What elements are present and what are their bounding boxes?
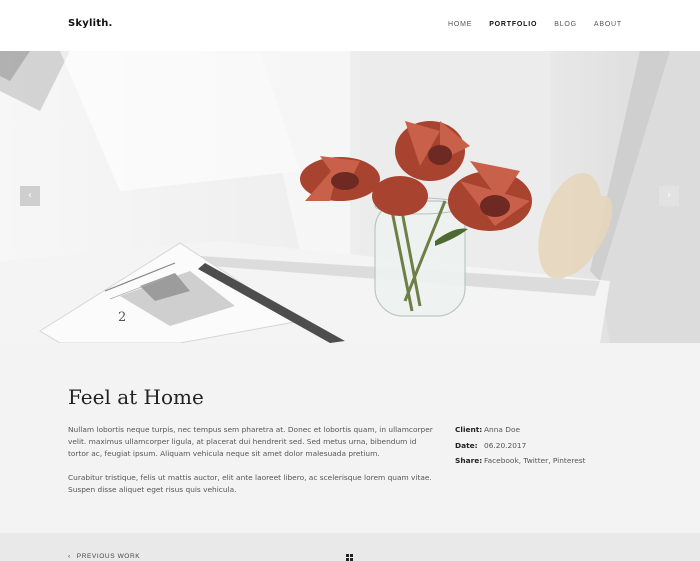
portfolio-pagination: ‹ PREVIOUS WORK: [0, 533, 700, 561]
meta-client: Client: Anna Doe: [455, 425, 586, 441]
share-links[interactable]: Facebook, Twitter, Pinterest: [484, 456, 586, 472]
hero-slider: 2 ‹ ›: [0, 51, 700, 343]
meta-share: Share: Facebook, Twitter, Pinterest: [455, 456, 586, 472]
meta-value: 06.20.2017: [484, 440, 527, 450]
previous-work-label: PREVIOUS WORK: [76, 553, 141, 560]
slider-prev-button[interactable]: ‹: [20, 186, 40, 206]
meta-date: Date: 06.20.2017: [455, 441, 586, 457]
chevron-left-icon: ‹: [28, 190, 32, 201]
chevron-right-icon: ›: [667, 190, 671, 201]
slider-next-button[interactable]: ›: [659, 186, 679, 206]
project-details: Feel at Home Nullam lobortis neque turpi…: [0, 343, 700, 533]
previous-work-link[interactable]: ‹ PREVIOUS WORK: [68, 553, 140, 560]
project-description: Nullam lobortis neque turpis, nec tempus…: [68, 424, 438, 496]
meta-label: Client:: [455, 425, 483, 434]
nav-item-portfolio[interactable]: PORTFOLIO: [489, 21, 537, 28]
site-logo[interactable]: Skylith.: [68, 18, 113, 29]
nav-item-about[interactable]: ABOUT: [594, 21, 622, 28]
grid-icon[interactable]: [346, 554, 354, 561]
project-title: Feel at Home: [68, 385, 204, 409]
nav-item-home[interactable]: HOME: [448, 21, 472, 28]
description-paragraph: Curabitur tristique, felis ut mattis auc…: [68, 473, 432, 494]
meta-value: Anna Doe: [484, 425, 521, 434]
chevron-left-icon: ‹: [68, 553, 71, 560]
main-nav: HOME PORTFOLIO BLOG ABOUT: [448, 21, 622, 28]
meta-label: Share:: [455, 456, 483, 465]
project-meta: Client: Anna Doe Date: 06.20.2017 Share:…: [455, 425, 586, 472]
nav-item-blog[interactable]: BLOG: [554, 21, 577, 28]
description-paragraph: Nullam lobortis neque turpis, nec tempus…: [68, 425, 433, 458]
hero-photo: 2: [0, 51, 700, 343]
newspaper-number: 2: [118, 310, 126, 325]
site-header: Skylith. HOME PORTFOLIO BLOG ABOUT: [0, 0, 700, 51]
meta-label: Date:: [455, 440, 478, 450]
